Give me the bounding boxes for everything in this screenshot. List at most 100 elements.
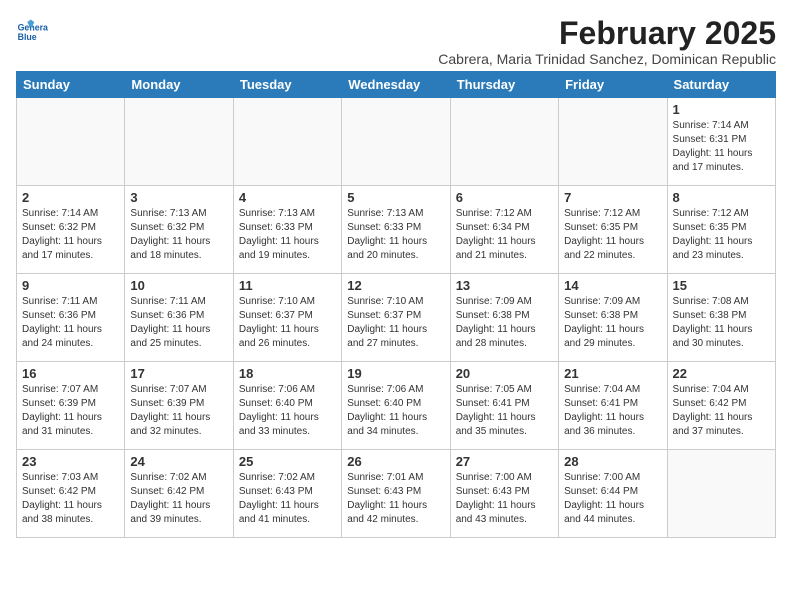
calendar-cell: 17 Sunrise: 7:07 AM Sunset: 6:39 PM Dayli…	[125, 362, 233, 450]
day-number: 27	[456, 454, 553, 469]
calendar-cell: 3 Sunrise: 7:13 AM Sunset: 6:32 PM Daylig…	[125, 186, 233, 274]
calendar-week-row: 23 Sunrise: 7:03 AM Sunset: 6:42 PM Dayli…	[17, 450, 776, 538]
calendar-cell: 27Sunrise: 7:00 AM Sunset: 6:43 PM Dayli…	[450, 450, 558, 538]
day-info: Sunrise: 7:08 AM Sunset: 6:38 PM Dayligh…	[673, 295, 770, 351]
day-info: Sunrise: 7:02 AM Sunset: 6:42 PM Dayligh…	[130, 471, 227, 527]
calendar-week-row: 9 Sunrise: 7:11 AM Sunset: 6:36 PM Daylig…	[17, 274, 776, 362]
day-number: 24	[130, 454, 227, 469]
day-number: 11	[239, 278, 336, 293]
calendar-cell: 16 Sunrise: 7:07 AM Sunset: 6:39 PM Dayli…	[17, 362, 125, 450]
calendar-cell: 22 Sunrise: 7:04 AM Sunset: 6:42 PM Dayli…	[667, 362, 775, 450]
calendar-cell: 14Sunrise: 7:09 AM Sunset: 6:38 PM Dayli…	[559, 274, 667, 362]
day-number: 20	[456, 366, 553, 381]
day-number: 1	[673, 102, 770, 117]
calendar-cell	[450, 98, 558, 186]
calendar-cell: 10Sunrise: 7:11 AM Sunset: 6:36 PM Dayli…	[125, 274, 233, 362]
svg-text:Blue: Blue	[18, 32, 37, 42]
day-info: Sunrise: 7:04 AM Sunset: 6:41 PM Dayligh…	[564, 383, 661, 439]
day-number: 17	[130, 366, 227, 381]
calendar-cell: 23 Sunrise: 7:03 AM Sunset: 6:42 PM Dayli…	[17, 450, 125, 538]
calendar-cell: 7 Sunrise: 7:12 AM Sunset: 6:35 PM Daylig…	[559, 186, 667, 274]
calendar-cell: 21 Sunrise: 7:04 AM Sunset: 6:41 PM Dayli…	[559, 362, 667, 450]
calendar-cell: 2 Sunrise: 7:14 AM Sunset: 6:32 PM Daylig…	[17, 186, 125, 274]
day-info: Sunrise: 7:11 AM Sunset: 6:36 PM Dayligh…	[22, 295, 119, 351]
day-number: 2	[22, 190, 119, 205]
day-info: Sunrise: 7:04 AM Sunset: 6:42 PM Dayligh…	[673, 383, 770, 439]
day-info: Sunrise: 7:09 AM Sunset: 6:38 PM Dayligh…	[456, 295, 553, 351]
day-info: Sunrise: 7:13 AM Sunset: 6:33 PM Dayligh…	[347, 207, 444, 263]
day-number: 4	[239, 190, 336, 205]
calendar-cell: 13 Sunrise: 7:09 AM Sunset: 6:38 PM Dayli…	[450, 274, 558, 362]
day-info: Sunrise: 7:13 AM Sunset: 6:32 PM Dayligh…	[130, 207, 227, 263]
weekday-header-row: SundayMondayTuesdayWednesdayThursdayFrid…	[17, 72, 776, 98]
calendar-cell: 19 Sunrise: 7:06 AM Sunset: 6:40 PM Dayli…	[342, 362, 450, 450]
day-info: Sunrise: 7:01 AM Sunset: 6:43 PM Dayligh…	[347, 471, 444, 527]
day-info: Sunrise: 7:14 AM Sunset: 6:31 PM Dayligh…	[673, 119, 770, 175]
calendar-cell: 18Sunrise: 7:06 AM Sunset: 6:40 PM Dayli…	[233, 362, 341, 450]
day-info: Sunrise: 7:10 AM Sunset: 6:37 PM Dayligh…	[347, 295, 444, 351]
day-number: 23	[22, 454, 119, 469]
calendar-cell: 4 Sunrise: 7:13 AM Sunset: 6:33 PM Daylig…	[233, 186, 341, 274]
day-info: Sunrise: 7:12 AM Sunset: 6:34 PM Dayligh…	[456, 207, 553, 263]
day-info: Sunrise: 7:07 AM Sunset: 6:39 PM Dayligh…	[130, 383, 227, 439]
day-number: 19	[347, 366, 444, 381]
calendar-table: SundayMondayTuesdayWednesdayThursdayFrid…	[16, 71, 776, 538]
day-number: 16	[22, 366, 119, 381]
calendar-cell: 11Sunrise: 7:10 AM Sunset: 6:37 PM Dayli…	[233, 274, 341, 362]
weekday-header-friday: Friday	[559, 72, 667, 98]
calendar-cell: 28Sunrise: 7:00 AM Sunset: 6:44 PM Dayli…	[559, 450, 667, 538]
day-number: 3	[130, 190, 227, 205]
weekday-header-saturday: Saturday	[667, 72, 775, 98]
day-number: 26	[347, 454, 444, 469]
calendar-cell: 24 Sunrise: 7:02 AM Sunset: 6:42 PM Dayli…	[125, 450, 233, 538]
day-info: Sunrise: 7:13 AM Sunset: 6:33 PM Dayligh…	[239, 207, 336, 263]
day-info: Sunrise: 7:11 AM Sunset: 6:36 PM Dayligh…	[130, 295, 227, 351]
day-number: 14	[564, 278, 661, 293]
day-number: 15	[673, 278, 770, 293]
day-number: 13	[456, 278, 553, 293]
day-info: Sunrise: 7:12 AM Sunset: 6:35 PM Dayligh…	[673, 207, 770, 263]
calendar-cell: 26 Sunrise: 7:01 AM Sunset: 6:43 PM Dayli…	[342, 450, 450, 538]
calendar-cell	[233, 98, 341, 186]
day-number: 25	[239, 454, 336, 469]
day-number: 7	[564, 190, 661, 205]
weekday-header-wednesday: Wednesday	[342, 72, 450, 98]
day-info: Sunrise: 7:14 AM Sunset: 6:32 PM Dayligh…	[22, 207, 119, 263]
day-info: Sunrise: 7:06 AM Sunset: 6:40 PM Dayligh…	[347, 383, 444, 439]
page-header: General Blue February 2025 Cabrera, Mari…	[16, 16, 776, 67]
calendar-cell: 25 Sunrise: 7:02 AM Sunset: 6:43 PM Dayli…	[233, 450, 341, 538]
calendar-cell	[17, 98, 125, 186]
logo: General Blue	[16, 16, 48, 48]
day-info: Sunrise: 7:05 AM Sunset: 6:41 PM Dayligh…	[456, 383, 553, 439]
calendar-cell: 20 Sunrise: 7:05 AM Sunset: 6:41 PM Dayli…	[450, 362, 558, 450]
day-number: 6	[456, 190, 553, 205]
day-number: 5	[347, 190, 444, 205]
day-info: Sunrise: 7:00 AM Sunset: 6:44 PM Dayligh…	[564, 471, 661, 527]
day-number: 21	[564, 366, 661, 381]
month-title: February 2025	[438, 16, 776, 51]
calendar-cell: 1 Sunrise: 7:14 AM Sunset: 6:31 PM Daylig…	[667, 98, 775, 186]
day-number: 22	[673, 366, 770, 381]
day-number: 8	[673, 190, 770, 205]
calendar-cell: 8 Sunrise: 7:12 AM Sunset: 6:35 PM Daylig…	[667, 186, 775, 274]
weekday-header-sunday: Sunday	[17, 72, 125, 98]
calendar-week-row: 16 Sunrise: 7:07 AM Sunset: 6:39 PM Dayli…	[17, 362, 776, 450]
day-number: 12	[347, 278, 444, 293]
calendar-cell	[559, 98, 667, 186]
day-info: Sunrise: 7:03 AM Sunset: 6:42 PM Dayligh…	[22, 471, 119, 527]
calendar-cell	[667, 450, 775, 538]
day-info: Sunrise: 7:02 AM Sunset: 6:43 PM Dayligh…	[239, 471, 336, 527]
calendar-week-row: 2 Sunrise: 7:14 AM Sunset: 6:32 PM Daylig…	[17, 186, 776, 274]
calendar-cell: 15 Sunrise: 7:08 AM Sunset: 6:38 PM Dayli…	[667, 274, 775, 362]
weekday-header-monday: Monday	[125, 72, 233, 98]
calendar-week-row: 1 Sunrise: 7:14 AM Sunset: 6:31 PM Daylig…	[17, 98, 776, 186]
calendar-cell	[342, 98, 450, 186]
day-number: 18	[239, 366, 336, 381]
calendar-cell: 9 Sunrise: 7:11 AM Sunset: 6:36 PM Daylig…	[17, 274, 125, 362]
day-info: Sunrise: 7:12 AM Sunset: 6:35 PM Dayligh…	[564, 207, 661, 263]
location-subtitle: Cabrera, Maria Trinidad Sanchez, Dominic…	[438, 51, 776, 67]
calendar-cell: 5 Sunrise: 7:13 AM Sunset: 6:33 PM Daylig…	[342, 186, 450, 274]
calendar-cell: 6 Sunrise: 7:12 AM Sunset: 6:34 PM Daylig…	[450, 186, 558, 274]
day-number: 9	[22, 278, 119, 293]
day-info: Sunrise: 7:07 AM Sunset: 6:39 PM Dayligh…	[22, 383, 119, 439]
